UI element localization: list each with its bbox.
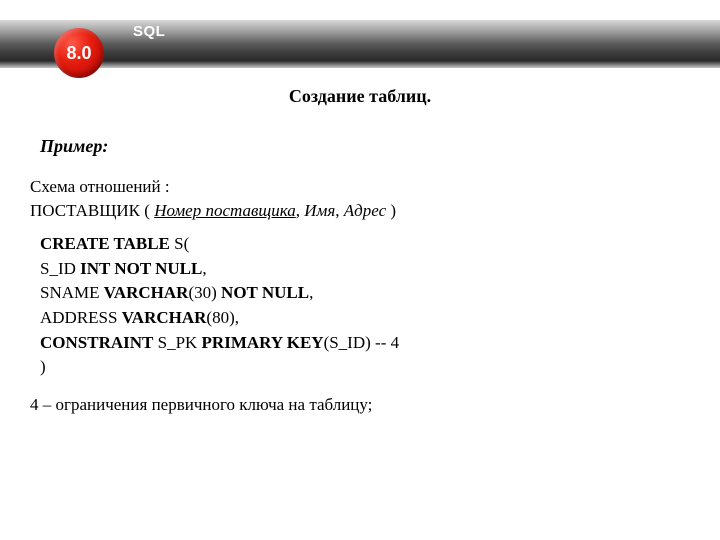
sql-line-4: ADDRESS VARCHAR(80), [40, 306, 399, 331]
sql-kw-notnull2: NOT NULL [221, 283, 309, 302]
sql-kw-varchar2: VARCHAR [122, 308, 207, 327]
footnote-text: 4 – ограничения первичного ключа на табл… [30, 395, 372, 415]
slide-title: Создание таблиц. [0, 86, 720, 107]
schema-open: ( [140, 201, 154, 220]
sql-line-2: S_ID INT NOT NULL, [40, 257, 399, 282]
schema-attr2: Имя [304, 201, 335, 220]
sql-l3-col: SNAME [40, 283, 104, 302]
sql-l2-col: S_ID [40, 259, 80, 278]
sql-kw-int-notnull: INT NOT NULL [80, 259, 202, 278]
schema-sep1: , [296, 201, 305, 220]
sql-l4-end: (80), [206, 308, 239, 327]
sql-line-1: CREATE TABLE S( [40, 232, 399, 257]
sql-line-3: SNAME VARCHAR(30) NOT NULL, [40, 281, 399, 306]
schema-attr3: Адрес [344, 201, 386, 220]
sql-l1-rest: S( [170, 234, 189, 253]
sql-line-5: CONSTRAINT S_PK PRIMARY KEY(S_ID) -- 4 [40, 331, 399, 356]
header-sql-label: SQL [133, 23, 165, 40]
schema-prefix: Схема отношений [30, 177, 165, 196]
sql-code-block: CREATE TABLE S( S_ID INT NOT NULL, SNAME… [40, 232, 399, 380]
schema-relation-name: ПОСТАВЩИК [30, 201, 140, 220]
sql-l3-end: , [309, 283, 313, 302]
version-badge: 8.0 [54, 28, 104, 78]
schema-colon: : [165, 177, 170, 196]
sql-line-6: ) [40, 355, 399, 380]
schema-line2: ПОСТАВЩИК ( Номер поставщика, Имя, Адрес… [30, 199, 396, 223]
sql-kw-primary-key: PRIMARY KEY [202, 333, 324, 352]
schema-close: ) [386, 201, 396, 220]
schema-key-attr: Номер поставщика [154, 201, 296, 220]
schema-block: Схема отношений : ПОСТАВЩИК ( Номер пост… [30, 175, 396, 223]
sql-l5-end: (S_ID) -- 4 [324, 333, 400, 352]
header-bar [0, 20, 720, 68]
sql-kw-constraint: CONSTRAINT [40, 333, 153, 352]
schema-line1: Схема отношений : [30, 175, 396, 199]
sql-l4-col: ADDRESS [40, 308, 122, 327]
sql-kw-create-table: CREATE TABLE [40, 234, 170, 253]
sql-l2-end: , [202, 259, 206, 278]
example-label: Пример: [40, 136, 108, 157]
sql-kw-varchar1: VARCHAR [104, 283, 189, 302]
schema-sep2: , [335, 201, 344, 220]
sql-l5-mid: S_PK [153, 333, 201, 352]
sql-l3-mid: (30) [188, 283, 221, 302]
